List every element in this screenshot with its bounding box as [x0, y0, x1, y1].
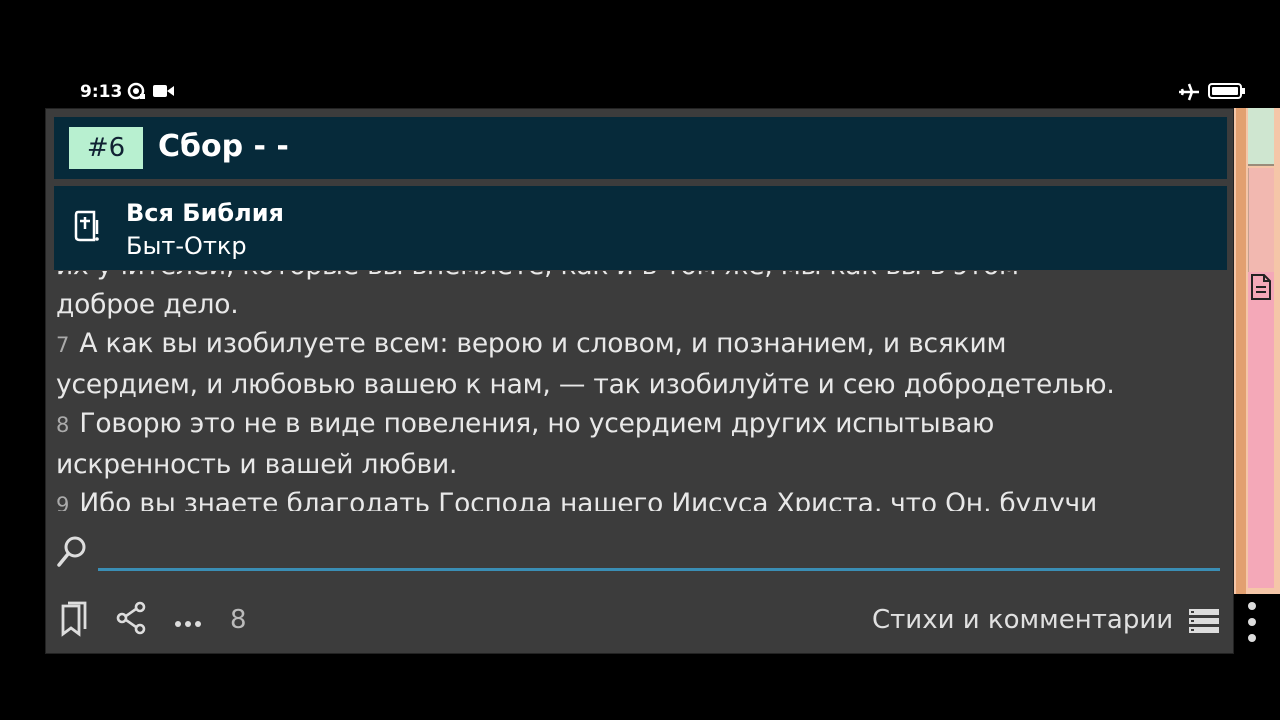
verse-line: 7 А как вы изобилуете всем: верою и слов…	[56, 324, 1231, 365]
verse-number[interactable]: 7	[56, 333, 69, 357]
result-count: 8	[230, 605, 247, 635]
verse-text: их учителей, которые вы внемлете, как и …	[56, 271, 1231, 511]
list-icon[interactable]	[1188, 607, 1220, 640]
partial-line: их учителей, которые вы внемлете, как и …	[56, 271, 1231, 285]
verse-8-text: искренность и вашей любви.	[56, 449, 458, 480]
video-icon	[152, 82, 176, 105]
verses-and-comments-button[interactable]: Стихи и комментарии	[872, 605, 1173, 635]
search-input[interactable]	[98, 535, 1220, 571]
verse-line: искренность и вашей любви.	[56, 445, 1231, 484]
verse-8-text: Говорю это не в виде повеления, но усерд…	[79, 408, 995, 439]
airplane-icon	[1178, 82, 1200, 107]
dialog-title: Сбор - -	[158, 129, 289, 164]
camera-icon	[126, 82, 146, 105]
background-strip	[1248, 272, 1274, 588]
search-dialog: #6 Сбор - - Вся Библия Быт-Откр их учите…	[45, 108, 1234, 654]
status-bar: 9:13	[0, 76, 1280, 106]
verse-7-text: усердием, и любовью вашею к нам, — так и…	[56, 369, 1115, 400]
verse-line: 8 Говорю это не в виде повеления, но усе…	[56, 404, 1231, 445]
bottom-toolbar: 8 Стихи и комментарии	[46, 589, 1235, 655]
verse-line: доброе дело.	[56, 285, 1231, 324]
verse-line: 9 Ибо вы знаете благодать Господа нашего…	[56, 484, 1231, 511]
background-strip	[1248, 108, 1274, 166]
more-vertical-icon[interactable]	[1238, 596, 1268, 646]
more-horizontal-icon[interactable]	[174, 615, 202, 633]
module-name: Вся Библия	[126, 199, 284, 227]
verse-6-text: доброе дело.	[56, 289, 239, 320]
battery-icon	[1208, 82, 1246, 105]
bible-book-icon	[74, 210, 104, 249]
verse-number[interactable]: 9	[56, 493, 69, 511]
verse-line: усердием, и любовью вашею к нам, — так и…	[56, 365, 1231, 404]
verse-7-text: А как вы изобилуете всем: верою и словом…	[79, 328, 1007, 359]
status-time: 9:13	[80, 82, 123, 102]
search-row	[54, 531, 1229, 581]
share-icon[interactable]	[116, 601, 146, 640]
module-selector[interactable]: Вся Библия Быт-Откр	[54, 186, 1227, 270]
document-icon[interactable]	[1250, 274, 1272, 305]
verse-9-text: Ибо вы знаете благодать Господа нашего И…	[79, 488, 1098, 511]
verse-text-partial: их учителей, которые вы внемлете, как и …	[56, 271, 1019, 285]
background-app-edge	[1236, 108, 1246, 594]
module-range: Быт-Откр	[126, 232, 247, 260]
bookmark-icon[interactable]	[60, 601, 88, 642]
search-icon[interactable]	[56, 535, 88, 574]
title-bar: #6 Сбор - -	[54, 117, 1227, 179]
verse-number[interactable]: 8	[56, 413, 69, 437]
tab-number-badge[interactable]: #6	[69, 127, 143, 169]
